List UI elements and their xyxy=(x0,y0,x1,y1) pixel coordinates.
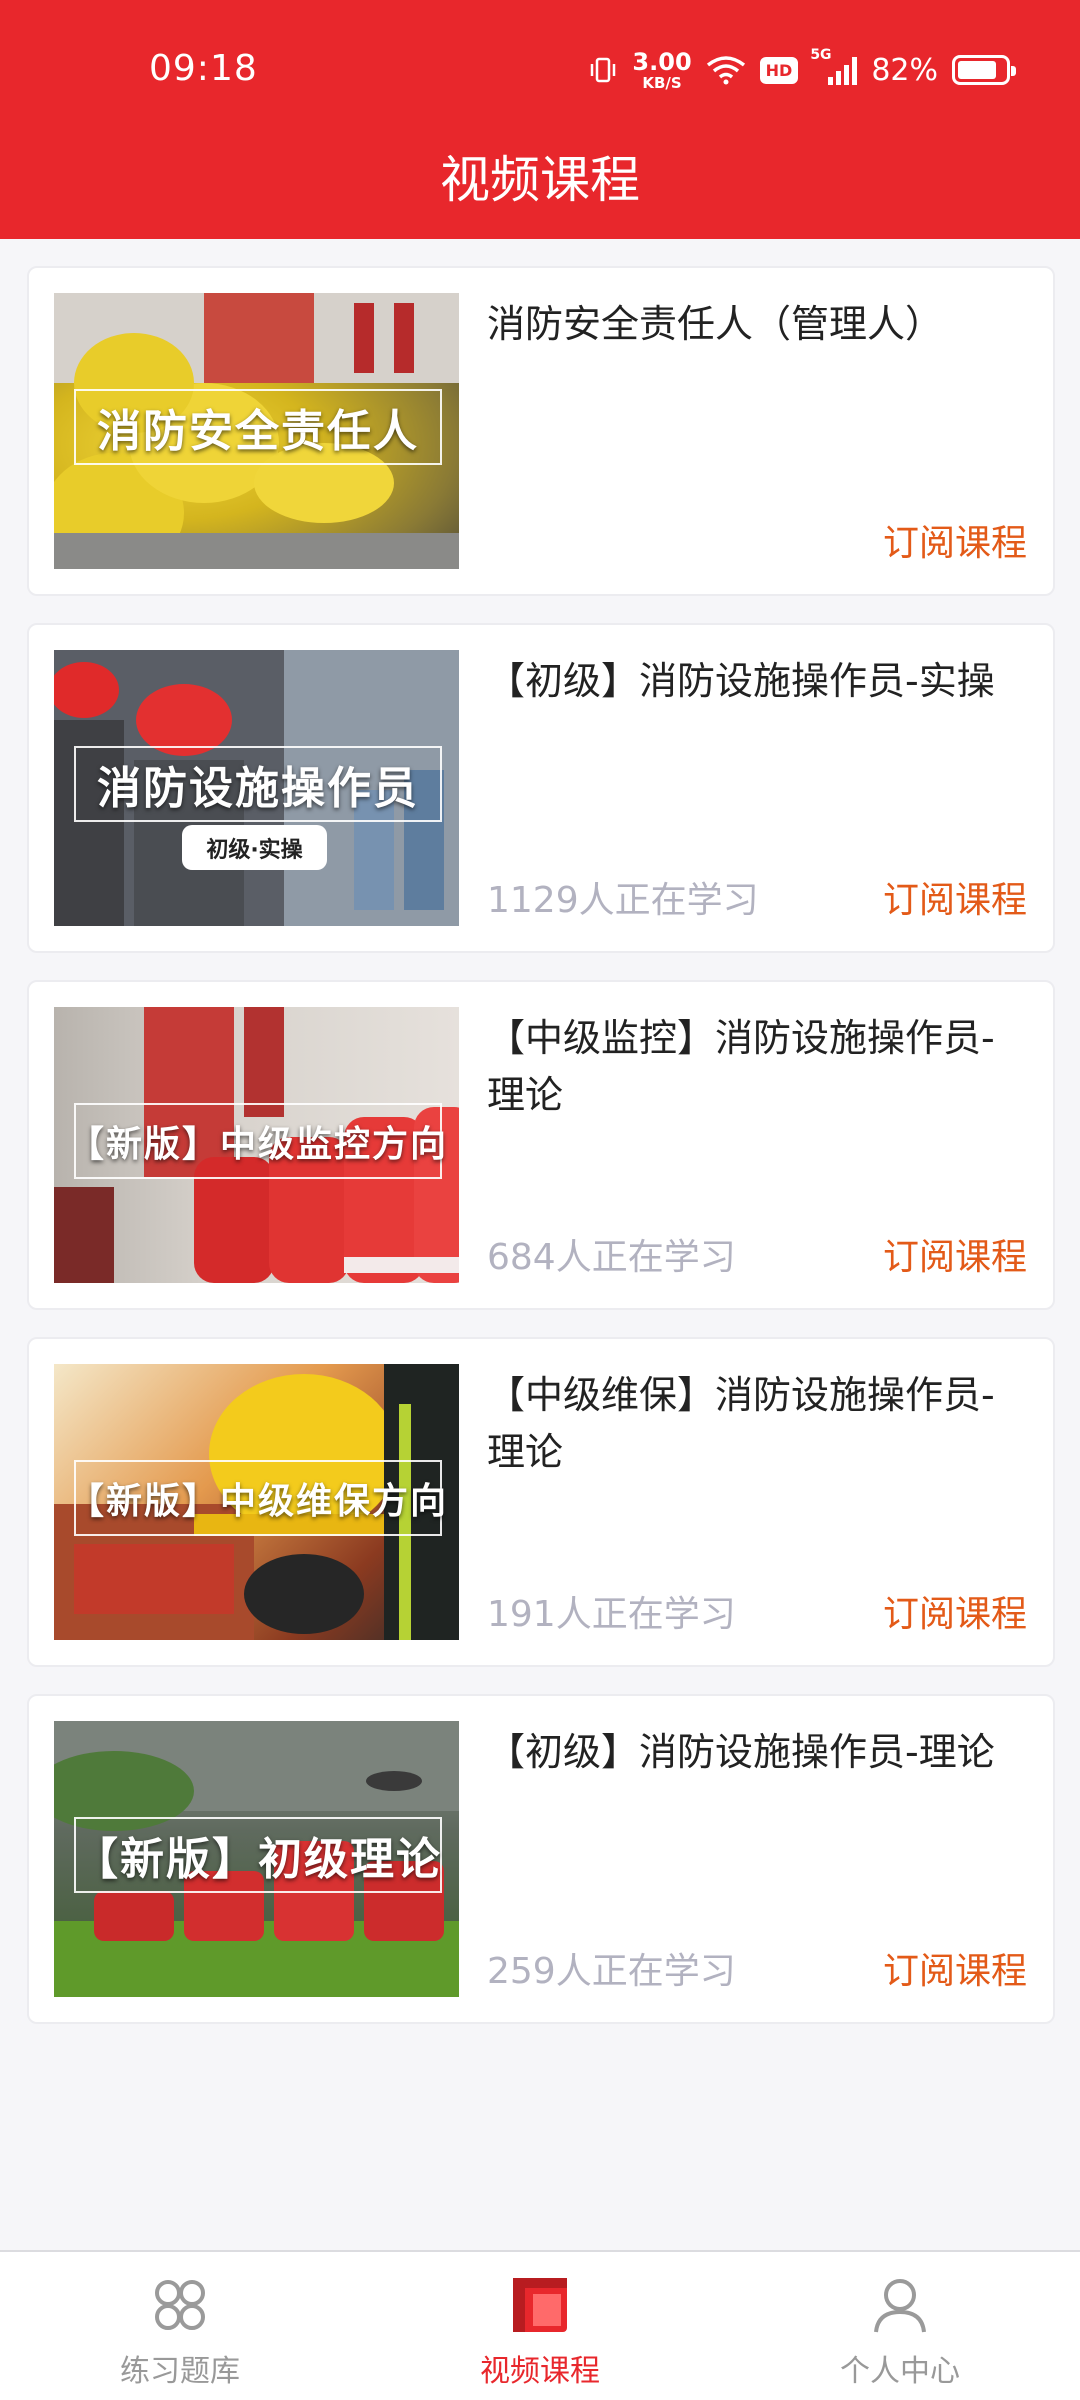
grid-icon xyxy=(155,2280,205,2330)
status-icons: 3.00 KB/S HD 5G 82% xyxy=(588,47,1016,92)
wifi-icon xyxy=(706,56,745,85)
course-thumbnail[interactable]: 消防设施操作员 初级·实操 xyxy=(54,650,459,926)
subscribe-button[interactable]: 订阅课程 xyxy=(883,1228,1027,1280)
bottom-nav: 练习题库 视频课程 个人中心 xyxy=(0,2250,1080,2400)
app-header: 09:18 3.00 KB/S HD 5G 82% 视频课程 xyxy=(0,0,1080,239)
thumbnail-banner: 【新版】中级监控方向 xyxy=(68,1103,446,1179)
course-thumbnail[interactable]: 消防安全责任人 xyxy=(54,293,459,569)
nav-label: 练习题库 xyxy=(120,2354,240,2389)
course-card[interactable]: 【新版】中级监控方向 【中级监控】消防设施操作员-理论 684人正在学习 订阅课… xyxy=(27,980,1055,1310)
subscribe-button[interactable]: 订阅课程 xyxy=(883,514,1027,566)
thumbnail-banner: 【新版】初级理论 xyxy=(74,1817,442,1893)
course-title[interactable]: 【初级】消防设施操作员-实操 xyxy=(487,653,1032,710)
person-icon xyxy=(874,2279,926,2333)
thumbnail-tag: 初级·实操 xyxy=(182,825,327,870)
course-card[interactable]: 消防安全责任人 消防安全责任人（管理人） 订阅课程 xyxy=(27,266,1055,596)
battery-icon xyxy=(952,55,1016,85)
hd-badge: HD xyxy=(759,56,799,84)
course-card[interactable]: 消防设施操作员 初级·实操 【初级】消防设施操作员-实操 1129人正在学习 订… xyxy=(27,623,1055,953)
course-thumbnail[interactable]: 【新版】初级理论 xyxy=(54,1721,459,1997)
signal-label: 5G xyxy=(810,47,832,63)
course-card[interactable]: 【新版】中级维保方向 【中级维保】消防设施操作员-理论 191人正在学习 订阅课… xyxy=(27,1337,1055,1667)
thumbnail-banner: 【新版】中级维保方向 xyxy=(68,1460,446,1536)
network-speed-value: 3.00 xyxy=(632,47,692,76)
course-learners: 684人正在学习 xyxy=(487,1237,736,1278)
status-time: 09:18 xyxy=(149,48,258,89)
nav-item-video-courses[interactable]: 视频课程 xyxy=(360,2252,720,2400)
battery-percent: 82% xyxy=(871,52,938,88)
course-title[interactable]: 【中级维保】消防设施操作员-理论 xyxy=(487,1367,1032,1481)
nav-item-practice-bank[interactable]: 练习题库 xyxy=(0,2252,360,2400)
subscribe-button[interactable]: 订阅课程 xyxy=(883,1585,1027,1637)
course-thumbnail[interactable]: 【新版】中级监控方向 xyxy=(54,1007,459,1283)
course-title[interactable]: 消防安全责任人（管理人） xyxy=(487,296,1032,353)
subscribe-button[interactable]: 订阅课程 xyxy=(883,1942,1027,1994)
network-speed-unit: KB/S xyxy=(642,73,682,92)
battery-fill xyxy=(958,61,996,79)
thumbnail-banner: 消防设施操作员 xyxy=(74,746,442,822)
thumbnail-banner: 消防安全责任人 xyxy=(74,389,442,465)
course-card[interactable]: 【新版】初级理论 【初级】消防设施操作员-理论 259人正在学习 订阅课程 xyxy=(27,1694,1055,2024)
page-title: 视频课程 xyxy=(440,151,640,209)
subscribe-button[interactable]: 订阅课程 xyxy=(883,871,1027,923)
nav-label: 视频课程 xyxy=(480,2354,600,2389)
course-learners: 1129人正在学习 xyxy=(487,880,759,921)
course-learners: 259人正在学习 xyxy=(487,1951,736,1992)
vibrate-icon xyxy=(591,57,616,83)
course-thumbnail[interactable]: 【新版】中级维保方向 xyxy=(54,1364,459,1640)
status-bar: 09:18 3.00 KB/S HD 5G 82% xyxy=(0,0,1080,140)
course-title[interactable]: 【初级】消防设施操作员-理论 xyxy=(487,1724,1032,1781)
signal-icon: 5G xyxy=(810,47,858,85)
course-title[interactable]: 【中级监控】消防设施操作员-理论 xyxy=(487,1010,1032,1124)
nav-label: 个人中心 xyxy=(840,2354,960,2389)
video-course-icon xyxy=(513,2278,567,2332)
nav-item-profile[interactable]: 个人中心 xyxy=(720,2252,1080,2400)
course-learners: 191人正在学习 xyxy=(487,1594,736,1635)
network-speed: 3.00 KB/S xyxy=(632,50,691,91)
